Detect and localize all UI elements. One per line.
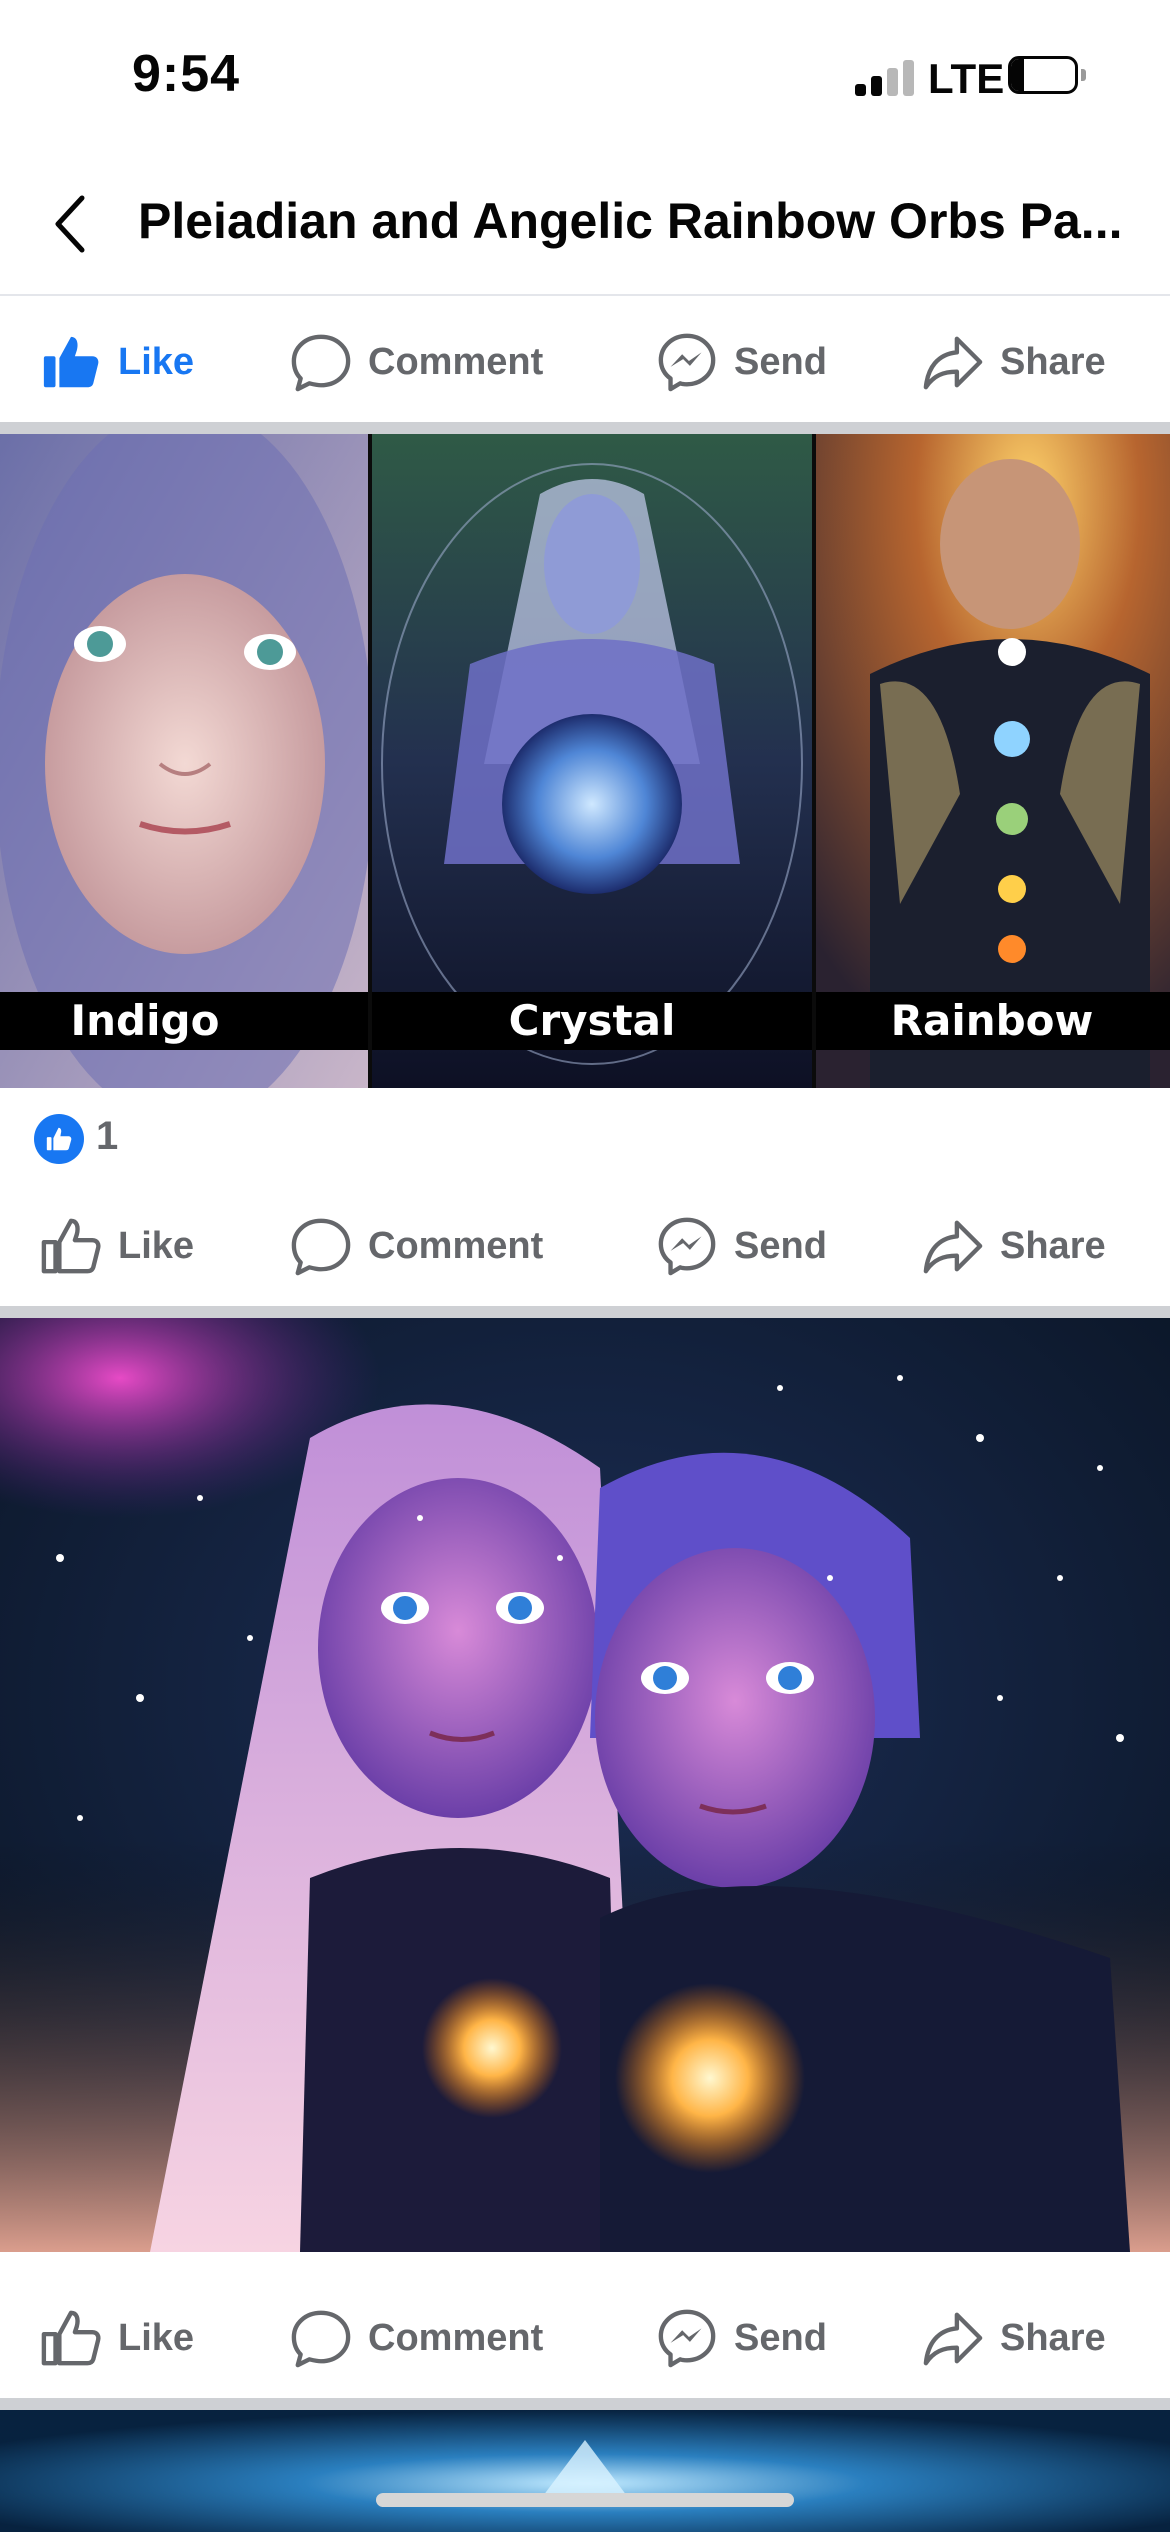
- share-arrow-icon: [923, 336, 983, 390]
- network-type: LTE: [928, 55, 1005, 102]
- thumbs-up-icon: [41, 1218, 101, 1274]
- cosmic-children-image: [0, 1318, 1170, 2252]
- home-indicator[interactable]: [376, 2493, 794, 2507]
- thumbs-up-icon: [43, 336, 99, 388]
- share-button[interactable]: Share: [922, 302, 1106, 422]
- comment-bubble-icon: [291, 2310, 351, 2368]
- battery-icon: 21: [1008, 56, 1086, 96]
- send-button[interactable]: Send: [656, 302, 827, 422]
- share-label: Share: [1000, 1224, 1106, 1267]
- post-divider: [0, 422, 1170, 434]
- share-arrow-icon: [923, 1220, 983, 1274]
- battery-percent: 21: [1026, 58, 1060, 91]
- send-button[interactable]: Send: [656, 1186, 827, 1306]
- like-reaction-icon: [34, 1114, 84, 1164]
- send-label: Send: [734, 2316, 827, 2359]
- share-button[interactable]: Share: [922, 2278, 1106, 2398]
- like-label: Like: [118, 340, 195, 383]
- like-label: Like: [118, 2316, 195, 2359]
- share-label: Share: [1000, 2316, 1106, 2359]
- next-post-image: [0, 2410, 1170, 2532]
- post-divider: [0, 2398, 1170, 2410]
- share-label: Share: [1000, 340, 1106, 383]
- status-bar: 9:54 LTE 21: [0, 0, 1170, 150]
- like-button[interactable]: Like: [40, 1186, 194, 1306]
- comment-bubble-icon: [291, 1218, 351, 1276]
- like-button[interactable]: Like: [40, 2278, 194, 2398]
- post-photo-collage[interactable]: Indigo Crystal Rainbow: [0, 434, 1170, 1088]
- page-header: Pleiadian and Angelic Rainbow Orbs Pa...: [0, 150, 1170, 296]
- collage-image: [0, 434, 1170, 1088]
- back-chevron-icon[interactable]: [42, 184, 102, 264]
- share-button[interactable]: Share: [922, 1186, 1106, 1306]
- collage-label-rainbow: Rainbow: [890, 996, 1094, 1045]
- messenger-icon: [658, 333, 716, 392]
- post-action-bar: Like Comment Send Share: [0, 2278, 1170, 2398]
- send-button[interactable]: Send: [656, 2278, 827, 2398]
- comment-label: Comment: [368, 340, 544, 383]
- like-label: Like: [118, 1224, 195, 1267]
- collage-label-indigo: Indigo: [70, 996, 220, 1045]
- messenger-icon: [658, 1217, 716, 1276]
- send-label: Send: [734, 340, 827, 383]
- signal-icon: [855, 60, 915, 96]
- post-action-bar: Like Comment Send Share: [0, 1186, 1170, 1306]
- post-photo-cosmic[interactable]: [0, 1318, 1170, 2252]
- comment-bubble-icon: [291, 334, 351, 392]
- post-action-bar: Like Comment Send Share: [0, 302, 1170, 422]
- comment-button[interactable]: Comment: [290, 302, 543, 422]
- comment-button[interactable]: Comment: [290, 2278, 543, 2398]
- page-title: Pleiadian and Angelic Rainbow Orbs Pa...: [138, 193, 1123, 249]
- reaction-summary[interactable]: 1: [0, 1090, 1170, 1190]
- messenger-icon: [658, 2309, 716, 2368]
- post-photo-next[interactable]: [0, 2410, 1170, 2532]
- collage-label-crystal: Crystal: [508, 996, 676, 1045]
- reaction-count: 1: [96, 1114, 119, 1158]
- thumbs-up-icon: [41, 2310, 101, 2366]
- send-label: Send: [734, 1224, 827, 1267]
- status-time: 9:54: [132, 45, 241, 103]
- post-divider: [0, 1306, 1170, 1318]
- comment-label: Comment: [368, 1224, 544, 1267]
- like-button[interactable]: Like: [40, 302, 194, 422]
- share-arrow-icon: [923, 2312, 983, 2366]
- comment-label: Comment: [368, 2316, 544, 2359]
- comment-button[interactable]: Comment: [290, 1186, 543, 1306]
